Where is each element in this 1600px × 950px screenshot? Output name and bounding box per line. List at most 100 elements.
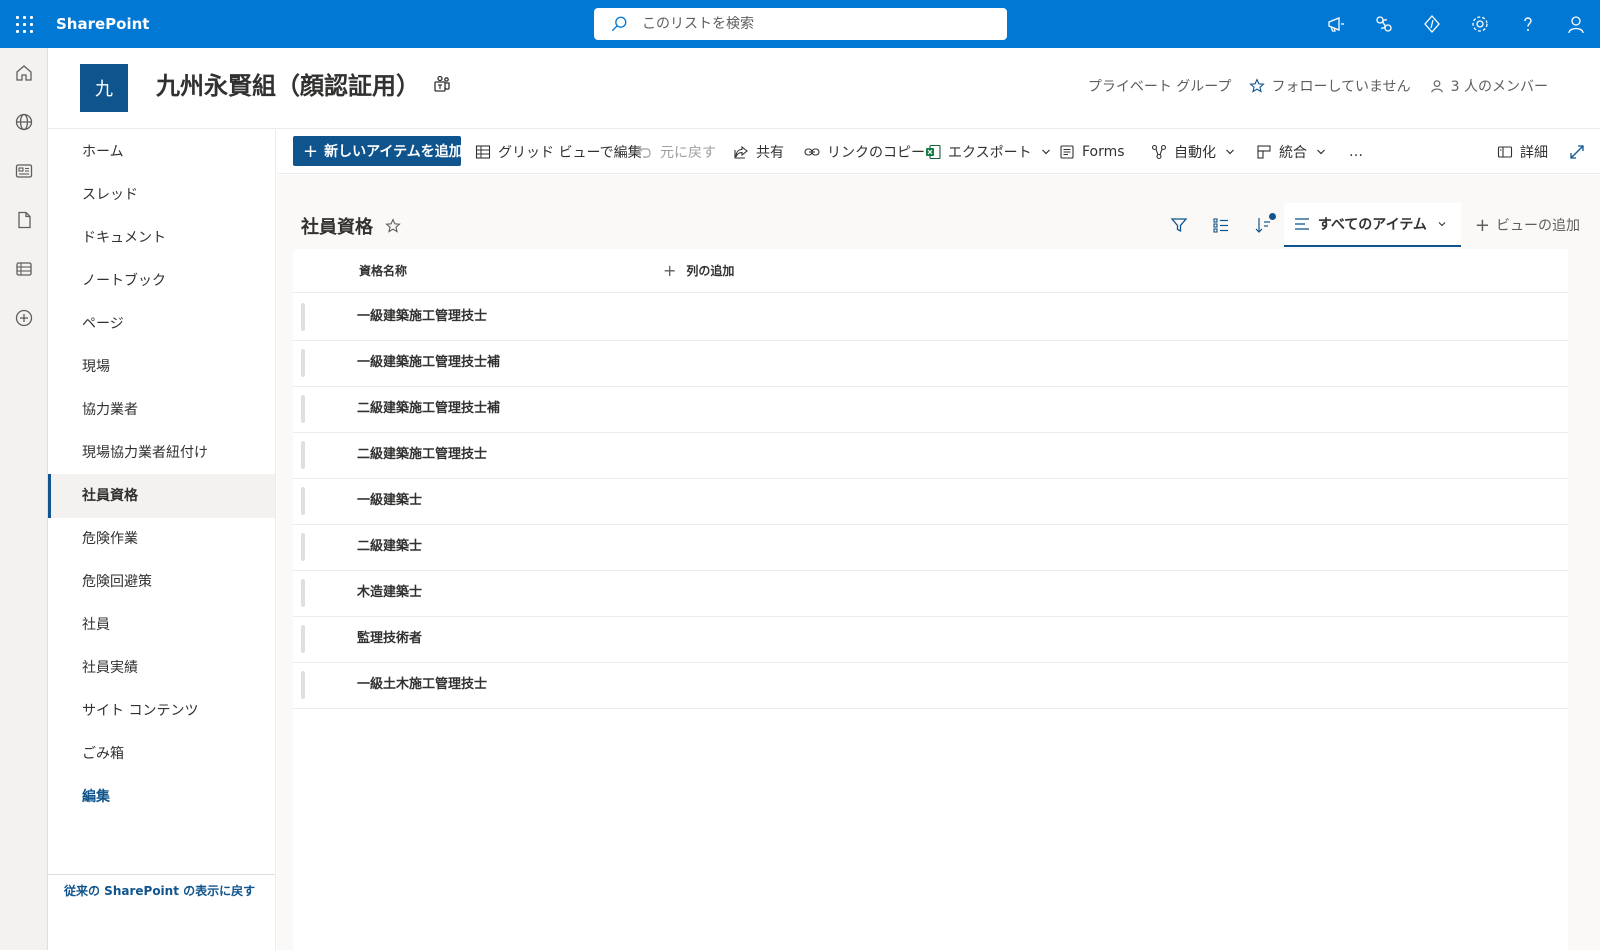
nav-item-employee-qualifications[interactable]: 社員資格 [48, 474, 275, 518]
forms-button[interactable]: Forms [1059, 130, 1125, 174]
table-row[interactable]: 一級土木施工管理技士 [293, 662, 1568, 709]
nav-item-sites[interactable]: 現場 [48, 345, 275, 389]
row-title[interactable]: 二級建築施工管理技士補 [357, 386, 500, 432]
row-selector[interactable] [301, 671, 305, 699]
add-column-button[interactable]: + 列の追加 [663, 249, 734, 293]
table-row[interactable]: 一級建築施工管理技士 [293, 294, 1568, 341]
site-header: 九 九州永賢組（顔認証用） プライベート グループ フォローしていません 3 人… [48, 48, 1600, 129]
more-commands-button[interactable]: … [1349, 130, 1363, 174]
appbar-home[interactable] [0, 48, 48, 97]
details-button[interactable]: 詳細 [1497, 130, 1548, 174]
list-title-area: 社員資格 [301, 213, 401, 239]
person-icon [1430, 80, 1443, 93]
integrate-icon [1257, 145, 1271, 159]
row-title[interactable]: 一級建築施工管理技士 [357, 294, 487, 340]
row-title[interactable]: 二級建築施工管理技士 [357, 432, 487, 478]
appbar-lists[interactable] [0, 244, 48, 293]
nav-edit-link[interactable]: 編集 [48, 775, 275, 819]
row-title[interactable]: 一級建築士 [357, 478, 422, 524]
row-selector[interactable] [301, 441, 305, 469]
appbar-create[interactable] [0, 293, 48, 342]
site-logo[interactable]: 九 [80, 64, 128, 112]
column-header-title[interactable]: 資格名称 [359, 249, 407, 293]
developer-button[interactable] [1408, 0, 1456, 48]
view-selector[interactable]: すべてのアイテム [1283, 203, 1461, 247]
nav-item-hazardous-work[interactable]: 危険作業 [48, 517, 275, 561]
nav-item-hazard-avoidance[interactable]: 危険回避策 [48, 560, 275, 604]
search-input[interactable] [642, 16, 982, 32]
nav-item-recycle-bin[interactable]: ごみ箱 [48, 732, 275, 776]
row-title[interactable]: 一級土木施工管理技士 [357, 662, 487, 708]
grid-edit-button[interactable]: グリッド ビューで編集 [475, 130, 642, 174]
list-grid: 資格名称 + 列の追加 一級建築施工管理技士 一級建築施工管理技士補 二級建築施… [293, 249, 1568, 950]
nav-item-employee-records[interactable]: 社員実績 [48, 646, 275, 690]
nav-item-site-contents[interactable]: サイト コンテンツ [48, 689, 275, 733]
row-selector[interactable] [301, 625, 305, 653]
row-title[interactable]: 監理技術者 [357, 616, 422, 662]
table-row[interactable]: 二級建築士 [293, 524, 1568, 571]
undo-button[interactable]: 元に戻す [637, 130, 716, 174]
nav-item-employees[interactable]: 社員 [48, 603, 275, 647]
filter-button[interactable] [1158, 203, 1200, 247]
integrate-button[interactable]: 統合 [1256, 130, 1326, 174]
table-row[interactable]: 二級建築施工管理技士 [293, 432, 1568, 479]
table-row[interactable]: 一級建築施工管理技士補 [293, 340, 1568, 387]
share-button[interactable]: 共有 [733, 130, 784, 174]
search-box[interactable] [594, 8, 1007, 40]
sort-button[interactable] [1242, 203, 1284, 247]
classic-view-link[interactable]: 従来の SharePoint の表示に戻す [64, 882, 255, 899]
favorite-star-icon[interactable] [385, 218, 401, 234]
command-bar: + 新しいアイテムを追加 グリッド ビューで編集 元に戻す 共有 リンクのコピー… [277, 130, 1600, 174]
teams-icon[interactable] [432, 74, 452, 94]
skype-button[interactable] [1360, 0, 1408, 48]
row-title[interactable]: 二級建築士 [357, 524, 422, 570]
copy-link-button[interactable]: リンクのコピー [804, 130, 925, 174]
nav-item-site-partner-links[interactable]: 現場協力業者紐付け [48, 431, 275, 475]
expand-button[interactable] [1569, 130, 1585, 174]
row-selector[interactable] [301, 533, 305, 561]
brand-name[interactable]: SharePoint [56, 0, 149, 48]
table-row[interactable]: 一級建築士 [293, 478, 1568, 525]
add-view-button[interactable]: + ビューの追加 [1461, 215, 1600, 236]
nav-item-home[interactable]: ホーム [48, 130, 275, 174]
row-selector[interactable] [301, 349, 305, 377]
group-by-button[interactable] [1200, 203, 1242, 247]
row-selector[interactable] [301, 303, 305, 331]
members-button[interactable]: 3 人のメンバー [1429, 76, 1548, 96]
help-icon [1524, 17, 1532, 31]
row-title[interactable]: 木造建築士 [357, 570, 422, 616]
account-button[interactable] [1552, 0, 1600, 48]
export-button[interactable]: エクスポート [925, 130, 1051, 174]
plus-icon: + [663, 261, 677, 280]
table-row[interactable]: 監理技術者 [293, 616, 1568, 663]
row-title[interactable]: 一級建築施工管理技士補 [357, 340, 500, 386]
help-button[interactable] [1504, 0, 1552, 48]
link-icon [804, 148, 820, 156]
table-row[interactable]: 木造建築士 [293, 570, 1568, 617]
home-icon [16, 64, 32, 81]
site-title[interactable]: 九州永賢組（顔認証用） [156, 66, 420, 101]
row-selector[interactable] [301, 579, 305, 607]
nav-item-notebook[interactable]: ノートブック [48, 259, 275, 303]
appbar-sites[interactable] [0, 97, 48, 146]
add-circle-icon [15, 309, 33, 326]
settings-button[interactable] [1456, 0, 1504, 48]
megaphone-icon [1328, 17, 1344, 32]
new-item-button[interactable]: + 新しいアイテムを追加 [293, 136, 463, 166]
chevron-down-icon [1438, 222, 1446, 227]
announcements-button[interactable] [1312, 0, 1360, 48]
appbar-files[interactable] [0, 195, 48, 244]
table-row[interactable]: 二級建築施工管理技士補 [293, 386, 1568, 433]
app-launcher-button[interactable] [0, 0, 48, 48]
row-selector[interactable] [301, 395, 305, 423]
nav-item-partners[interactable]: 協力業者 [48, 388, 275, 432]
nav-item-documents[interactable]: ドキュメント [48, 216, 275, 260]
row-selector[interactable] [301, 487, 305, 515]
nav-item-pages[interactable]: ページ [48, 302, 275, 346]
nav-item-threads[interactable]: スレッド [48, 173, 275, 217]
chevron-down-icon [1226, 149, 1234, 155]
automate-button[interactable]: 自動化 [1151, 130, 1235, 174]
follow-button[interactable]: フォローしていません [1249, 76, 1411, 96]
share-label: 共有 [756, 145, 784, 161]
appbar-news[interactable] [0, 146, 48, 195]
